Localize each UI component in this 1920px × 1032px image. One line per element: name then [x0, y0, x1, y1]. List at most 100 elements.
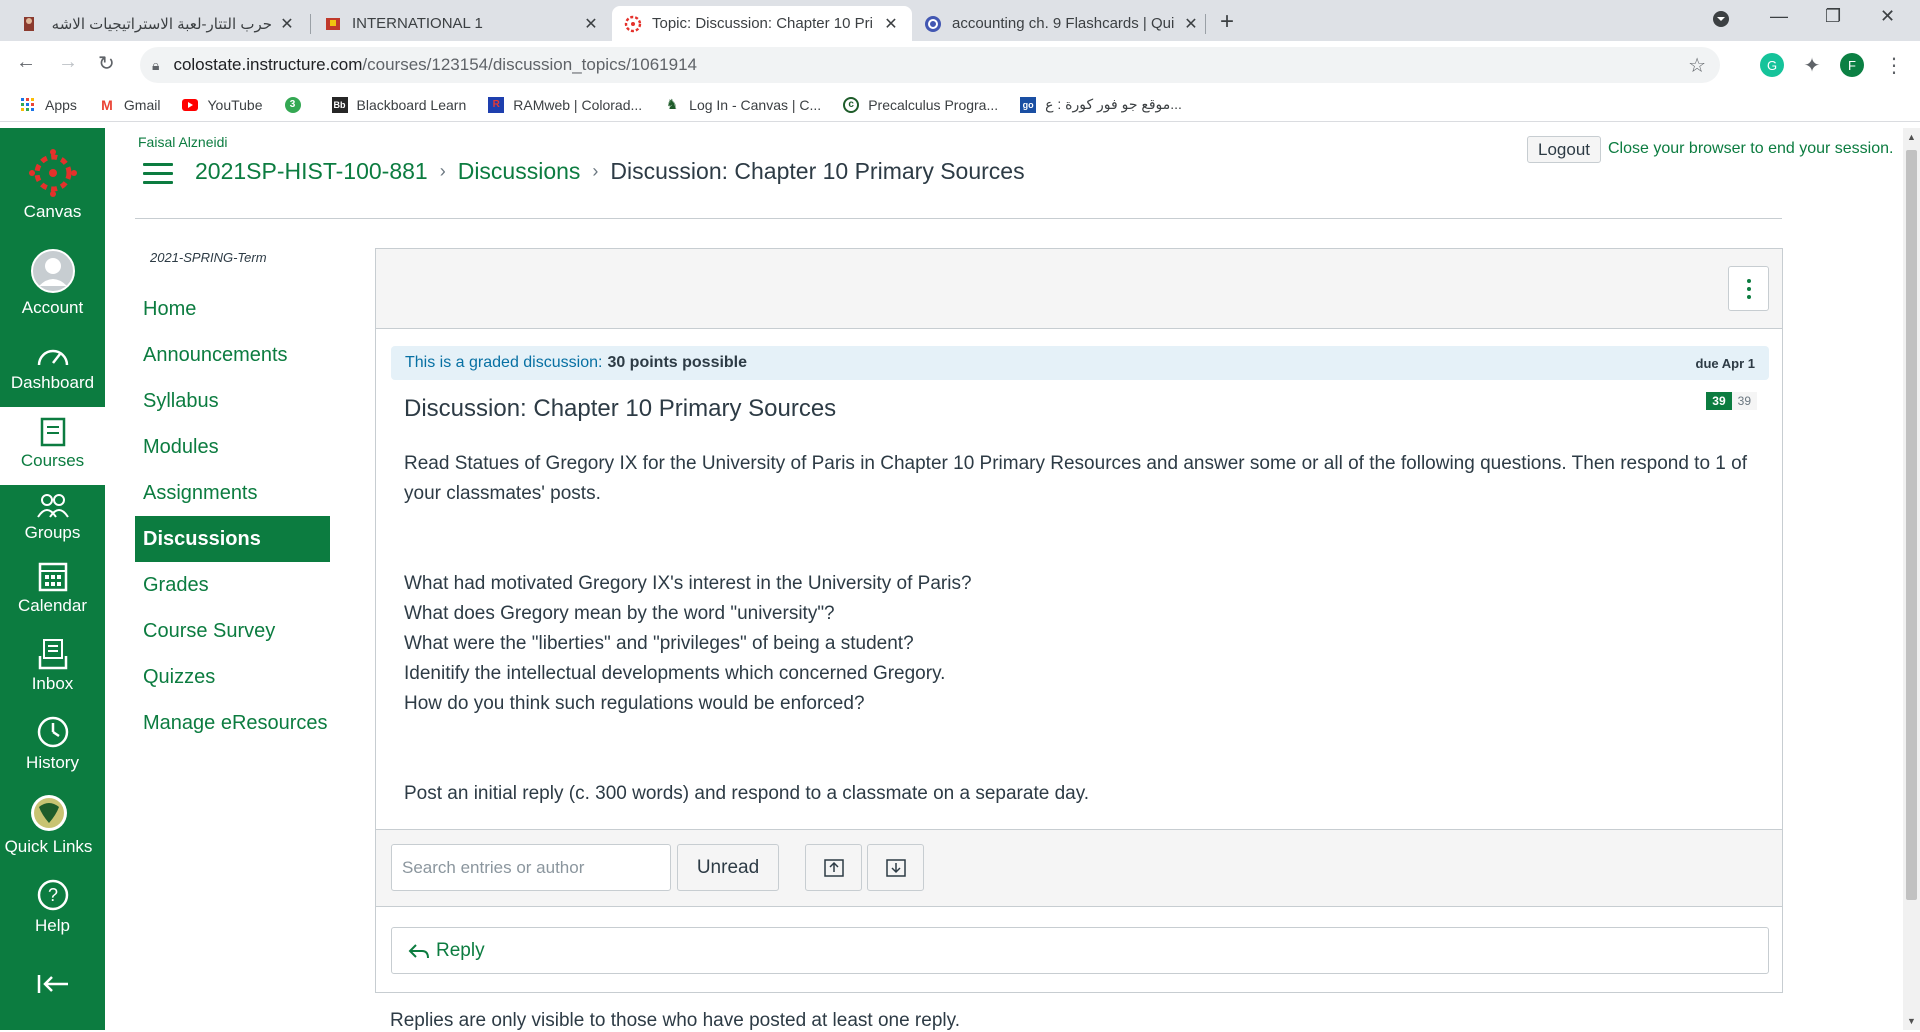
close-tab-icon[interactable]: ✕: [278, 14, 296, 34]
browser-tab-active[interactable]: Topic: Discussion: Chapter 10 Pri ✕: [612, 6, 912, 41]
bookmark-arabic-site[interactable]: go موقع جو فور كورة : ع...: [1020, 96, 1182, 113]
global-nav-label: Canvas: [23, 202, 82, 221]
extensions-puzzle-icon[interactable]: ✦: [1800, 53, 1824, 77]
courses-book-icon: [40, 417, 65, 447]
book-favicon-icon: [324, 15, 342, 33]
bookmark-label: Log In - Canvas | C...: [689, 96, 822, 113]
bookmark-number[interactable]: 3: [284, 96, 310, 113]
bookmark-apps[interactable]: Apps: [20, 97, 77, 113]
course-nav-discussions[interactable]: Discussions: [135, 516, 330, 562]
close-tab-icon[interactable]: ✕: [882, 14, 900, 34]
bookmarks-bar: Apps M Gmail YouTube 3 Bb Blackboard Learn…: [0, 88, 1920, 122]
course-nav-announcements[interactable]: Announcements: [135, 332, 330, 378]
global-nav-help[interactable]: ? Help: [0, 878, 105, 936]
kebab-menu-icon: [1746, 277, 1751, 301]
course-nav-modules[interactable]: Modules: [135, 424, 330, 470]
bookmark-blackboard[interactable]: Bb Blackboard Learn: [331, 96, 466, 113]
global-nav-groups[interactable]: Groups: [0, 491, 105, 543]
browser-tab[interactable]: حرب التتار-لعبة الاستراتيجيات الاشه ✕: [8, 6, 308, 41]
global-nav-history[interactable]: History: [0, 715, 105, 773]
url-path: /courses/123154/discussion_topics/106191…: [362, 55, 697, 74]
address-bar-row: ← → ↻ 🔒︎ colostate.instructure.com/cours…: [0, 41, 1920, 88]
global-nav-courses[interactable]: Courses: [0, 407, 105, 485]
bookmark-label: YouTube: [207, 96, 263, 113]
global-nav-inbox[interactable]: Inbox: [0, 638, 105, 694]
expand-replies-button[interactable]: [867, 844, 924, 891]
url-field[interactable]: 🔒︎ colostate.instructure.com/courses/123…: [140, 47, 1720, 83]
reply-button[interactable]: Reply: [391, 927, 1769, 974]
course-nav-manage-eresources[interactable]: Manage eResources: [135, 700, 330, 746]
discussion-question: What had motivated Gregory IX's interest…: [404, 573, 972, 594]
close-window-icon[interactable]: ✕: [1880, 6, 1895, 27]
tab-title: accounting ch. 9 Flashcards | Qui: [952, 15, 1175, 32]
bookmark-precalculus[interactable]: c Precalculus Progra...: [843, 96, 998, 113]
global-nav-label: Help: [35, 916, 70, 935]
tab-divider: [1205, 14, 1206, 34]
course-nav-course-survey[interactable]: Course Survey: [135, 608, 330, 654]
restore-icon[interactable]: ❐: [1825, 6, 1841, 27]
bookmark-gmail[interactable]: M Gmail: [99, 97, 160, 113]
user-name[interactable]: Faisal Alzneidi: [138, 134, 228, 150]
browser-tab[interactable]: INTERNATIONAL 1 ✕: [312, 6, 612, 41]
global-nav-label: Dashboard: [10, 373, 95, 392]
course-nav-home[interactable]: Home: [135, 286, 330, 332]
grammarly-icon[interactable]: G: [1760, 53, 1784, 77]
collapse-nav-button[interactable]: [0, 973, 105, 999]
bookmark-canvas-login[interactable]: ♞ Log In - Canvas | C...: [664, 96, 822, 113]
canvas-favicon-icon: [624, 15, 642, 33]
bookmark-star-icon[interactable]: ☆: [1688, 53, 1706, 78]
close-tab-icon[interactable]: ✕: [582, 14, 600, 34]
forward-icon[interactable]: →: [58, 51, 78, 74]
collapse-replies-button[interactable]: [805, 844, 862, 891]
minimize-icon[interactable]: —: [1770, 6, 1788, 27]
lock-icon: 🔒︎: [152, 56, 160, 73]
global-nav-canvas-logo[interactable]: Canvas: [0, 148, 105, 222]
collapse-arrow-icon: [37, 975, 68, 993]
course-navigation: Home Announcements Syllabus Modules Assi…: [135, 286, 330, 746]
course-nav-syllabus[interactable]: Syllabus: [135, 378, 330, 424]
course-nav-assignments[interactable]: Assignments: [135, 470, 330, 516]
global-nav-calendar[interactable]: Calendar: [0, 560, 105, 616]
tab-search-icon[interactable]: [1712, 10, 1730, 33]
search-entries-input[interactable]: [391, 844, 671, 891]
scrollbar-thumb[interactable]: [1906, 150, 1917, 900]
apps-grid-icon: [20, 97, 36, 113]
quizlet-favicon-icon: [924, 15, 942, 33]
ramweb-icon: R: [488, 96, 505, 113]
discussion-title: Discussion: Chapter 10 Primary Sources: [404, 395, 837, 422]
game-favicon-icon: [20, 15, 38, 33]
discussion-body: Read Statues of Gregory IX for the Unive…: [404, 449, 1764, 809]
bookmark-label: Apps: [45, 96, 77, 113]
bookmark-label: موقع جو فور كورة : ع...: [1045, 96, 1182, 112]
bookmark-ramweb[interactable]: R RAMweb | Colorad...: [488, 96, 642, 113]
breadcrumb: 2021SP-HIST-100-881 › Discussions › Disc…: [195, 158, 1025, 185]
discussion-options-button[interactable]: [1728, 266, 1769, 311]
bookmark-youtube[interactable]: YouTube: [182, 96, 263, 113]
new-tab-icon[interactable]: +: [1220, 8, 1234, 36]
browser-menu-icon[interactable]: ⋮: [1882, 53, 1906, 77]
browser-tab[interactable]: accounting ch. 9 Flashcards | Qui ✕: [912, 6, 1212, 41]
breadcrumb-discussions[interactable]: Discussions: [458, 158, 581, 185]
page-scrollbar[interactable]: ▲ ▼: [1903, 128, 1920, 1030]
global-nav-label: Groups: [24, 523, 81, 542]
course-nav-grades[interactable]: Grades: [135, 562, 330, 608]
close-tab-icon[interactable]: ✕: [1182, 14, 1200, 34]
global-nav-quick-links[interactable]: Quick Links: [0, 793, 101, 857]
scroll-up-icon[interactable]: ▲: [1907, 132, 1916, 142]
course-menu-toggle-icon[interactable]: [143, 163, 173, 190]
scroll-down-icon[interactable]: ▼: [1907, 1016, 1916, 1026]
discussion-question: What were the "liberties" and "privilege…: [404, 633, 914, 654]
reload-icon[interactable]: ↻: [98, 51, 115, 76]
global-nav-account[interactable]: Account: [0, 248, 105, 318]
back-icon[interactable]: ←: [16, 51, 36, 74]
go4koora-icon: go: [1020, 96, 1037, 113]
logout-button[interactable]: Logout: [1527, 136, 1601, 163]
badge-three-icon: 3: [284, 96, 301, 113]
global-nav-dashboard[interactable]: Dashboard: [0, 343, 105, 393]
csu-seal-icon: c: [843, 96, 860, 113]
blackboard-icon: Bb: [331, 96, 348, 113]
profile-avatar[interactable]: F: [1840, 53, 1864, 77]
course-nav-quizzes[interactable]: Quizzes: [135, 654, 330, 700]
unread-filter-button[interactable]: Unread: [677, 844, 779, 891]
breadcrumb-course[interactable]: 2021SP-HIST-100-881: [195, 158, 428, 185]
